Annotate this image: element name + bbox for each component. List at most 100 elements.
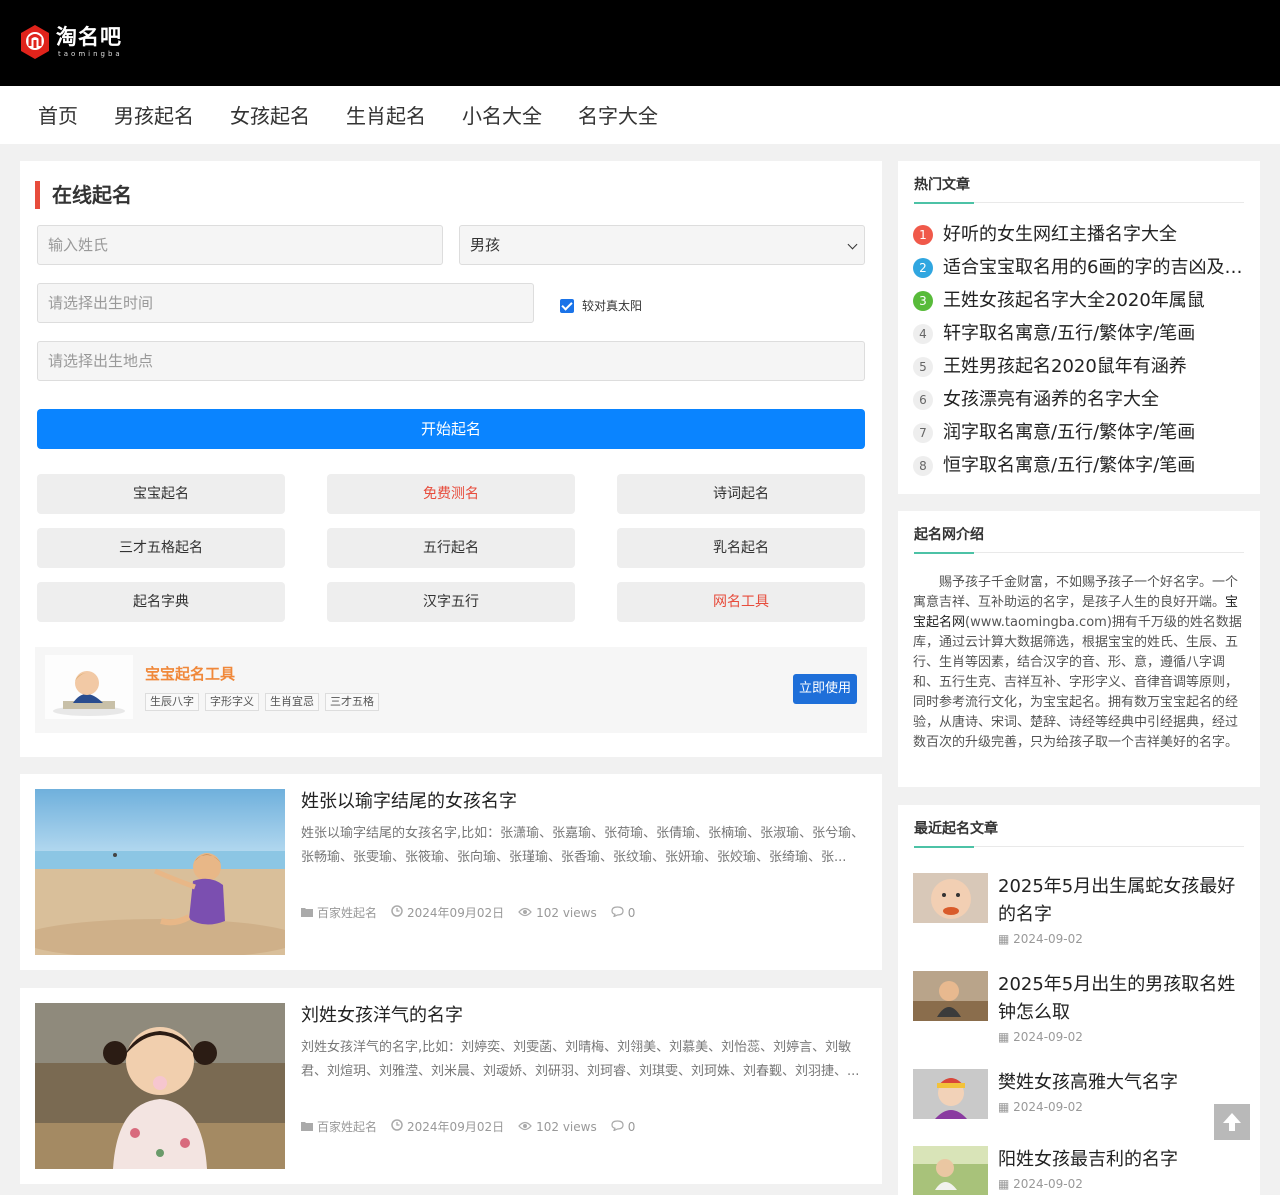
comment-icon	[611, 904, 624, 922]
nav-item-girl-naming[interactable]: 女孩起名	[230, 103, 310, 129]
hot-article-item[interactable]: 3 王姓女孩起名字大全2020年属鼠	[913, 288, 1205, 314]
rank-badge: 8	[913, 456, 933, 476]
surname-input[interactable]: 输入姓氏	[37, 225, 443, 265]
tool-wuxing-naming-button[interactable]: 五行起名	[327, 528, 575, 568]
tool-baby-naming-button[interactable]: 宝宝起名	[37, 474, 285, 514]
article-category[interactable]: 百家姓起名	[317, 904, 377, 922]
tool-poetry-naming-button[interactable]: 诗词起名	[617, 474, 865, 514]
tool-name-dictionary-button[interactable]: 起名字典	[37, 582, 285, 622]
widget-divider	[914, 202, 1244, 204]
rank-badge: 7	[913, 423, 933, 443]
gender-select[interactable]: 男孩	[459, 225, 865, 265]
recent-article-date: ▦ 2024-09-02	[998, 932, 1083, 946]
eye-icon	[518, 1118, 532, 1136]
recent-article-title[interactable]: 阳姓女孩最吉利的名字	[998, 1146, 1243, 1174]
recent-articles-widget: 最近起名文章 2025年5月出生属蛇女孩最好的名字 ▦ 2024-09-02 2…	[898, 805, 1260, 1195]
promo-tag: 字形字义	[205, 693, 259, 711]
article-card: 刘姓女孩洋气的名字 刘姓女孩洋气的名字,比如：刘婷奕、刘雯菡、刘晴梅、刘翎美、刘…	[20, 988, 882, 1184]
tool-milk-name-button[interactable]: 乳名起名	[617, 528, 865, 568]
solar-time-checkbox[interactable]	[560, 299, 574, 313]
start-naming-button[interactable]: 开始起名	[37, 409, 865, 449]
main-nav: 首页 男孩起名 女孩起名 生肖起名 小名大全 名字大全	[0, 86, 1280, 144]
tool-hanzi-wuxing-button[interactable]: 汉字五行	[327, 582, 575, 622]
hot-article-title: 王姓男孩起名2020鼠年有涵养	[943, 356, 1187, 377]
nav-item-zodiac-naming[interactable]: 生肖起名	[346, 103, 426, 129]
gender-select-value: 男孩	[470, 236, 501, 254]
recent-article-thumbnail[interactable]	[913, 1069, 988, 1119]
calendar-icon: ▦	[998, 932, 1014, 946]
hot-article-item[interactable]: 2 适合宝宝取名用的6画的字的吉凶及含义	[913, 255, 1243, 281]
site-intro-widget: 起名网介绍 赐予孩子千金财富，不如赐予孩子一个好名字。一个寓意吉祥、互补助运的名…	[898, 511, 1260, 787]
nav-item-home[interactable]: 首页	[38, 103, 78, 129]
promo-tag: 三才五格	[325, 693, 379, 711]
widget-title: 热门文章	[914, 177, 970, 193]
article-comments[interactable]: 0	[628, 1118, 636, 1136]
rank-badge: 5	[913, 357, 933, 377]
hot-article-title: 好听的女生网红主播名字大全	[943, 224, 1177, 245]
rank-badge: 1	[913, 225, 933, 245]
widget-divider	[914, 846, 1244, 848]
recent-article-title[interactable]: 2025年5月出生的男孩取名姓钟怎么取	[998, 971, 1243, 1027]
use-now-button[interactable]: 立即使用	[793, 674, 857, 704]
recent-article-thumbnail[interactable]	[913, 971, 988, 1021]
nav-item-boy-naming[interactable]: 男孩起名	[114, 103, 194, 129]
site-header: 淘名吧 taomingba	[0, 0, 1280, 86]
nav-item-names[interactable]: 名字大全	[578, 103, 658, 129]
article-title[interactable]: 姓张以瑜字结尾的女孩名字	[301, 790, 517, 814]
recent-article-date: ▦ 2024-09-02	[998, 1100, 1083, 1114]
online-naming-panel: 在线起名 输入姓氏 男孩 请选择出生时间 较对真太阳 请选择出生地点 开始起名 …	[20, 161, 882, 757]
recent-article-title[interactable]: 2025年5月出生属蛇女孩最好的名字	[998, 873, 1243, 929]
recent-article-item[interactable]: 2025年5月出生属蛇女孩最好的名字 ▦ 2024-09-02	[913, 873, 1245, 953]
article-category[interactable]: 百家姓起名	[317, 1118, 377, 1136]
logo-text-cn: 淘名吧	[56, 25, 122, 49]
hot-article-title: 女孩漂亮有涵养的名字大全	[943, 389, 1159, 410]
promo-image	[45, 655, 133, 719]
solar-time-label[interactable]: 较对真太阳	[582, 297, 642, 315]
recent-article-item[interactable]: 阳姓女孩最吉利的名字 ▦ 2024-09-02	[913, 1146, 1245, 1195]
recent-article-item[interactable]: 2025年5月出生的男孩取名姓钟怎么取 ▦ 2024-09-02	[913, 971, 1245, 1051]
tool-nickname-button[interactable]: 网名工具	[617, 582, 865, 622]
article-title[interactable]: 刘姓女孩洋气的名字	[301, 1004, 463, 1028]
article-comments[interactable]: 0	[628, 904, 636, 922]
article-thumbnail[interactable]	[35, 1003, 285, 1169]
site-logo[interactable]: 淘名吧 taomingba	[20, 24, 123, 60]
hot-article-title: 适合宝宝取名用的6画的字的吉凶及含义	[943, 257, 1243, 278]
hot-article-item[interactable]: 7 润字取名寓意/五行/繁体字/笔画	[913, 420, 1195, 446]
article-views: 102 views	[536, 906, 597, 920]
hot-article-title: 轩字取名寓意/五行/繁体字/笔画	[943, 323, 1196, 344]
hot-article-title: 恒字取名寓意/五行/繁体字/笔画	[943, 455, 1196, 476]
section-title: 在线起名	[35, 181, 132, 209]
folder-icon	[301, 904, 313, 922]
tool-sancai-wuge-button[interactable]: 三才五格起名	[37, 528, 285, 568]
widget-divider	[914, 552, 1244, 554]
article-date: 2024年09月02日	[407, 1120, 505, 1134]
hot-article-item[interactable]: 4 轩字取名寓意/五行/繁体字/笔画	[913, 321, 1195, 347]
promo-tag: 生辰八字	[145, 693, 199, 711]
nav-item-nicknames[interactable]: 小名大全	[462, 103, 542, 129]
recent-article-thumbnail[interactable]	[913, 1146, 988, 1195]
calendar-icon: ▦	[998, 1030, 1014, 1044]
calendar-icon: ▦	[998, 1177, 1014, 1191]
recent-article-thumbnail[interactable]	[913, 873, 988, 923]
arrow-up-icon	[1223, 1113, 1241, 1131]
comment-icon	[611, 1118, 624, 1136]
rank-badge: 3	[913, 291, 933, 311]
tool-free-test-button[interactable]: 免费测名	[327, 474, 575, 514]
promo-title[interactable]: 宝宝起名工具	[145, 664, 235, 684]
recent-article-item[interactable]: 樊姓女孩高雅大气名字 ▦ 2024-09-02	[913, 1069, 1245, 1149]
article-thumbnail[interactable]	[35, 789, 285, 955]
hot-article-title: 王姓女孩起名字大全2020年属鼠	[943, 290, 1205, 311]
birth-place-input[interactable]: 请选择出生地点	[37, 341, 865, 381]
article-excerpt: 刘姓女孩洋气的名字,比如：刘婷奕、刘雯菡、刘晴梅、刘翎美、刘慕美、刘怡蕊、刘婷言…	[301, 1040, 860, 1079]
widget-title: 起名网介绍	[914, 527, 984, 543]
hot-article-item[interactable]: 1 好听的女生网红主播名字大全	[913, 222, 1177, 248]
hot-article-item[interactable]: 6 女孩漂亮有涵养的名字大全	[913, 387, 1159, 413]
hot-article-item[interactable]: 5 王姓男孩起名2020鼠年有涵养	[913, 354, 1187, 380]
birth-time-input[interactable]: 请选择出生时间	[37, 283, 534, 323]
hot-article-item[interactable]: 8 恒字取名寓意/五行/繁体字/笔画	[913, 453, 1195, 479]
folder-icon	[301, 1118, 313, 1136]
recent-article-title[interactable]: 樊姓女孩高雅大气名字	[998, 1069, 1243, 1097]
hot-article-title: 润字取名寓意/五行/繁体字/笔画	[943, 422, 1196, 443]
article-views: 102 views	[536, 1120, 597, 1134]
back-to-top-button[interactable]	[1214, 1104, 1250, 1140]
